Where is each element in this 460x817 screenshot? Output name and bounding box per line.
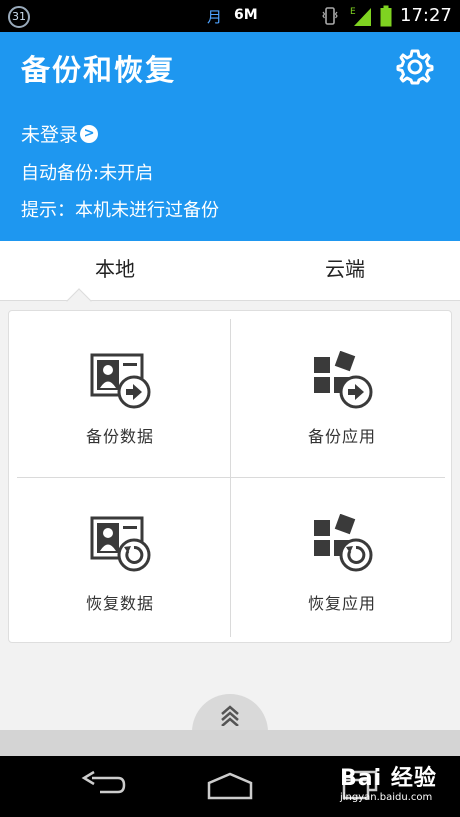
signal-icon: E [350, 7, 371, 26]
login-label: 未登录 [21, 124, 79, 146]
battery-icon [380, 5, 392, 27]
clock: 17:27 [400, 5, 452, 26]
chevron-right-icon: > [80, 124, 99, 143]
signal-type-label: E [350, 7, 356, 17]
backup-apps-label: 备份应用 [307, 427, 376, 446]
home-icon[interactable] [205, 771, 255, 801]
apps-backup-icon [314, 351, 373, 409]
restore-apps-button[interactable]: 恢复应用 [231, 478, 453, 643]
watermark-logo: Bai 经验 [340, 766, 437, 791]
restore-apps-label: 恢复应用 [307, 594, 376, 613]
double-chevron-up-icon [221, 705, 239, 726]
contact-backup-icon [90, 353, 151, 409]
backup-apps-button[interactable]: 备份应用 [231, 311, 453, 476]
vibrate-icon [322, 7, 338, 25]
contact-restore-icon [90, 516, 151, 572]
back-icon[interactable] [80, 770, 126, 800]
month-indicator: 月 [207, 8, 223, 26]
page-title: 备份和恢复 [21, 53, 177, 87]
apps-restore-icon [314, 514, 373, 572]
restore-data-button[interactable]: 恢复数据 [9, 478, 231, 643]
gear-icon[interactable] [396, 48, 434, 86]
tab-local[interactable]: 本地 [0, 241, 230, 301]
tab-bar: 本地 云端 [0, 241, 460, 314]
header: 备份和恢复 未登录 > 自动备份:未开启 提示：本机未进行过备份 [0, 32, 460, 241]
backup-data-button[interactable]: 备份数据 [9, 311, 231, 476]
restore-data-label: 恢复数据 [85, 594, 154, 613]
backup-hint: 提示：本机未进行过备份 [21, 200, 219, 221]
data-usage-label: 6M [234, 7, 258, 23]
watermark: Bai 经验 jingyan.baidu.com [340, 760, 456, 810]
action-grid: 备份数据 备份应用 恢复数据 恢复应用 [8, 310, 452, 643]
calendar-notification-icon: 31 [8, 6, 30, 28]
bottom-strip [0, 730, 460, 756]
watermark-site: jingyan.baidu.com [340, 792, 433, 803]
auto-backup-status: 自动备份:未开启 [21, 163, 154, 184]
login-link[interactable]: 未登录 > [21, 120, 99, 147]
tab-cloud[interactable]: 云端 [230, 241, 460, 301]
status-bar: 31 月 6M E 17:27 [0, 0, 460, 32]
backup-data-label: 备份数据 [85, 427, 154, 446]
